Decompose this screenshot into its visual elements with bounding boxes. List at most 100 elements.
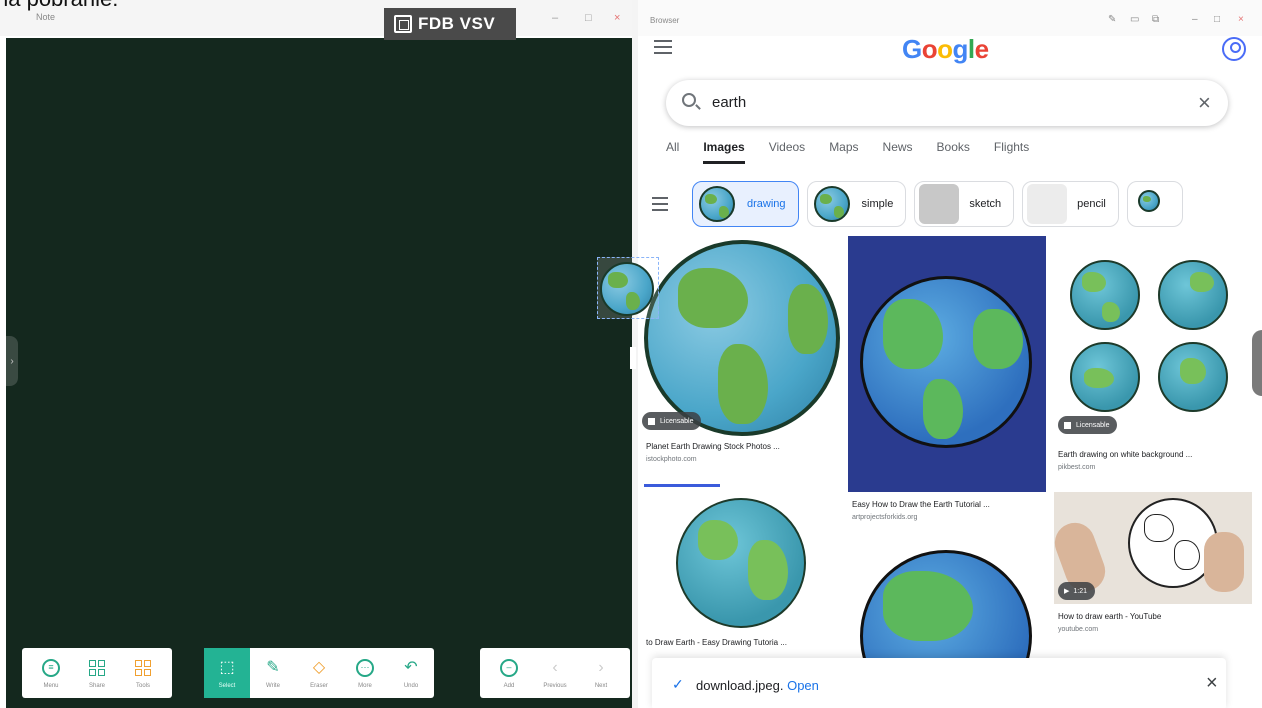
result-image (638, 484, 842, 634)
logo-letter: o (937, 34, 953, 64)
tool-eraser[interactable]: ◇ Eraser (296, 648, 342, 698)
image-result[interactable]: Licensable Earth drawing on white backgr… (1054, 236, 1254, 486)
board-side-expand-handle[interactable]: › (6, 336, 18, 386)
tab-maps[interactable]: Maps (829, 140, 858, 164)
badge-text: FDB VSV (418, 14, 496, 33)
browser-maximize-button[interactable]: □ (1214, 14, 1220, 25)
chip-pencil[interactable]: pencil (1022, 181, 1119, 227)
result-caption: to Draw Earth - Easy Drawing Tutoria ... (646, 638, 787, 647)
toolbar-center-group: ⬚ Select ✎ Write ◇ Eraser ··· More ↶ Und… (204, 648, 434, 698)
tool-menu[interactable]: ≡ Menu (28, 648, 74, 698)
result-caption: Easy How to Draw the Earth Tutorial ... (852, 500, 990, 509)
pin-icon[interactable]: ✎ (1108, 14, 1116, 25)
tool-label: Add (503, 682, 515, 689)
chip-label: sketch (969, 198, 1002, 210)
tool-add-page[interactable]: – Add (486, 648, 532, 698)
result-source: istockphoto.com (646, 456, 697, 463)
chip-simple[interactable]: simple (806, 181, 907, 227)
chevron-right-icon: › (598, 658, 604, 676)
chip-label: drawing (747, 198, 786, 210)
select-cursor-icon: ⬚ (219, 658, 235, 676)
split-divider-handle[interactable] (630, 347, 636, 369)
search-icon (682, 93, 696, 107)
result-source: pikbest.com (1058, 464, 1096, 471)
result-image (848, 544, 1046, 664)
logo-letter: e (974, 34, 989, 64)
tool-select[interactable]: ⬚ Select (204, 648, 250, 698)
chip-thumbnail (919, 184, 960, 224)
close-icon[interactable]: × (1206, 672, 1218, 695)
chip-thumbnail (812, 184, 852, 224)
filter-icon[interactable] (652, 181, 692, 227)
fullscreen-icon[interactable]: ⧉ (1152, 14, 1159, 25)
result-caption: How to draw earth - YouTube (1058, 612, 1162, 621)
tab-news[interactable]: News (883, 140, 913, 164)
note-close-button[interactable]: × (614, 12, 620, 24)
tool-label: Share (88, 682, 105, 689)
chip-sketch[interactable]: sketch (914, 181, 1015, 227)
hamburger-menu-icon[interactable] (654, 40, 672, 54)
browser-minimize-button[interactable]: – (1192, 14, 1198, 25)
tool-tools[interactable]: Tools (120, 648, 166, 698)
image-result[interactable] (848, 544, 1046, 664)
whiteboard-canvas[interactable] (6, 38, 632, 708)
note-window-title: Note (36, 12, 56, 22)
tab-images[interactable]: Images (703, 140, 745, 164)
image-result[interactable]: Easy How to Draw the Earth Tutorial ... … (848, 236, 1046, 526)
logo-letter: G (902, 34, 922, 64)
clear-search-icon[interactable]: × (1198, 90, 1211, 116)
tool-next-page[interactable]: › Next (578, 648, 624, 698)
menu-icon: ≡ (41, 658, 61, 678)
tool-previous-page[interactable]: ‹ Previous (532, 648, 578, 698)
image-result[interactable]: Licensable Planet Earth Drawing Stock Ph… (638, 236, 842, 486)
browser-titlebar[interactable]: Browser ✎ ▭ ⧉ – □ × (638, 0, 1262, 36)
tools-icon (133, 658, 153, 678)
result-image (848, 236, 1046, 492)
tool-more[interactable]: ··· More (342, 648, 388, 698)
search-input[interactable] (712, 94, 1112, 111)
note-maximize-button[interactable]: □ (585, 12, 592, 24)
tool-write[interactable]: ✎ Write (250, 648, 296, 698)
tab-videos[interactable]: Videos (769, 140, 805, 164)
download-message: download.jpeg. Open (696, 678, 819, 693)
note-app-window: Note – □ × FDB VSV › ≡ Menu Share Tools (0, 0, 636, 708)
logo-letter: l (967, 34, 975, 64)
chip-more[interactable] (1126, 181, 1183, 227)
tool-label: Undo (403, 682, 419, 689)
more-icon: ··· (355, 658, 375, 678)
result-caption: Planet Earth Drawing Stock Photos ... (646, 442, 780, 451)
browser-window: Browser ✎ ▭ ⧉ – □ × Google × All Images … (638, 0, 1262, 708)
image-result[interactable]: ▶ 1:21 How to draw earth - YouTube youtub… (1054, 492, 1252, 662)
logo-letter: o (921, 34, 938, 64)
download-open-link[interactable]: Open (787, 678, 819, 693)
search-tabs: All Images Videos Maps News Books Flight… (666, 140, 1053, 164)
split-icon[interactable]: ▭ (1130, 14, 1139, 25)
result-image (638, 236, 842, 436)
licensable-badge: Licensable (642, 412, 702, 430)
search-box[interactable]: × (666, 80, 1228, 126)
tool-share[interactable]: Share (74, 648, 120, 698)
result-source: artprojectsforkids.org (852, 514, 918, 521)
browser-close-button[interactable]: × (1238, 14, 1244, 25)
note-minimize-button[interactable]: – (552, 12, 558, 24)
screen-share-icon (394, 15, 412, 33)
image-result[interactable]: to Draw Earth - Easy Drawing Tutoria ... (638, 484, 842, 664)
tool-undo[interactable]: ↶ Undo (388, 648, 434, 698)
tab-flights[interactable]: Flights (994, 140, 1029, 164)
chip-drawing[interactable]: drawing (692, 181, 799, 227)
tab-all[interactable]: All (666, 140, 679, 164)
result-caption: Earth drawing on white background ... (1058, 450, 1193, 459)
account-icon[interactable] (1222, 37, 1246, 61)
undo-icon: ↶ (404, 658, 418, 676)
tab-books[interactable]: Books (937, 140, 970, 164)
google-logo[interactable]: Google (902, 34, 989, 65)
badge-label: Licensable (660, 417, 694, 425)
side-panel-tab[interactable] (1252, 330, 1262, 396)
badge-label: 1:21 (1073, 587, 1088, 595)
tool-label: Previous (543, 682, 567, 689)
chevron-left-icon: ‹ (552, 658, 558, 676)
eraser-icon: ◇ (312, 658, 326, 676)
toolbar-left-group: ≡ Menu Share Tools (22, 648, 172, 698)
pen-icon: ✎ (266, 658, 280, 676)
dragged-image-thumbnail[interactable] (597, 257, 659, 319)
